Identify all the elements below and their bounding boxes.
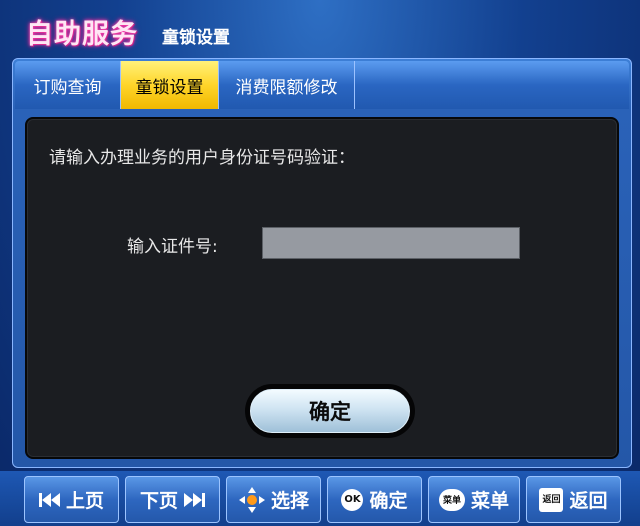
confirm-button[interactable]: 确定 (245, 384, 415, 438)
prev-page-button[interactable]: 上页 (24, 476, 119, 523)
header: 自助服务 童锁设置 (0, 0, 640, 56)
back-button[interactable]: 返回 返回 (526, 476, 621, 523)
menu-label: 菜单 (470, 490, 509, 512)
id-label: 输入证件号: (127, 237, 218, 257)
brand-title: 自助服务 (26, 19, 138, 50)
menu-icon: 菜单 (438, 488, 465, 511)
tab-bar: 订购查询 童锁设置 消费限额修改 (15, 61, 629, 109)
page-subtitle: 童锁设置 (162, 28, 230, 48)
content-area: 请输入办理业务的用户身份证号码验证： 输入证件号: 确定 (25, 117, 619, 459)
back-label: 返回 (569, 490, 608, 512)
prev-page-label: 上页 (65, 490, 104, 512)
tab-order-query[interactable]: 订购查询 (15, 61, 121, 109)
confirm-button-label: 确定 (250, 389, 410, 433)
skip-forward-icon (183, 492, 205, 508)
prompt-text: 请输入办理业务的用户身份证号码验证： (49, 148, 355, 168)
select-button[interactable]: 选择 (226, 476, 321, 523)
tab-child-lock[interactable]: 童锁设置 (121, 61, 219, 109)
tab-empty (355, 61, 629, 109)
tab-spending-limit[interactable]: 消费限额修改 (219, 61, 355, 109)
id-number-input[interactable] (262, 227, 520, 259)
main-panel: 订购查询 童锁设置 消费限额修改 请输入办理业务的用户身份证号码验证： 输入证件… (12, 58, 632, 468)
back-icon: 返回 (539, 487, 564, 512)
next-page-button[interactable]: 下页 (125, 476, 220, 523)
next-page-label: 下页 (139, 490, 178, 512)
skip-back-icon (38, 492, 61, 508)
dpad-icon (238, 486, 266, 514)
ok-icon: OK (341, 488, 364, 511)
menu-button[interactable]: 菜单 菜单 (428, 476, 520, 523)
bottom-bar: 上页 下页 选择 OK 确定 菜单 菜单 返回 返回 (0, 471, 640, 526)
ok-label: 确定 (369, 490, 408, 512)
select-label: 选择 (270, 490, 309, 512)
ok-button[interactable]: OK 确定 (327, 476, 422, 523)
